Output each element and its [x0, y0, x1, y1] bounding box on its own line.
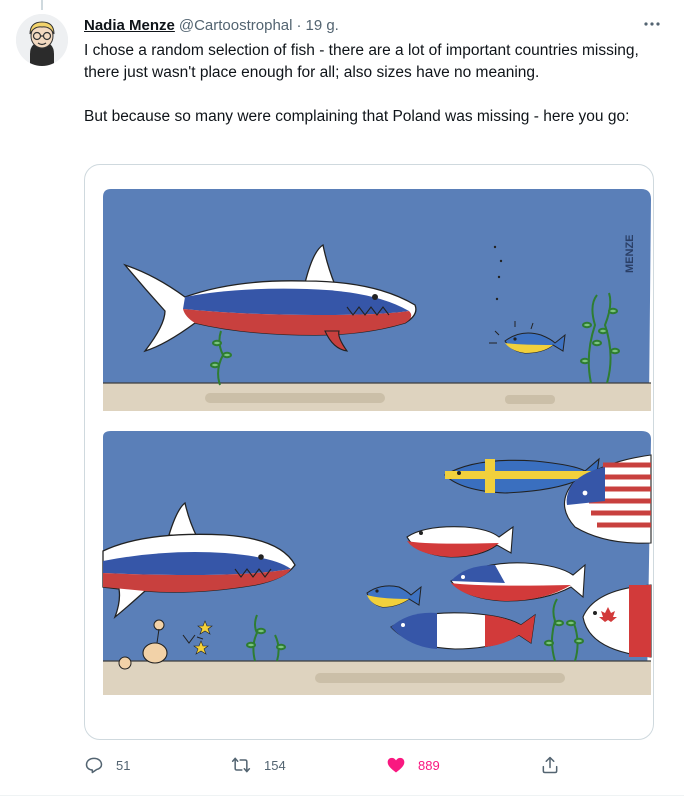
reply-icon: [85, 757, 103, 774]
author-handle[interactable]: @Cartoostrophal: [179, 17, 293, 34]
share-icon: [542, 756, 558, 774]
tweet-header: Nadia Menze @Cartoostrophal · 19 g.: [84, 14, 668, 36]
separator-dot: ·: [296, 16, 302, 34]
retweet-count: 154: [264, 757, 286, 773]
reply-button[interactable]: 51: [84, 752, 130, 778]
tweet-paragraph-1: I chose a random selection of fish - the…: [84, 42, 639, 81]
artist-signature: MENZE: [624, 235, 636, 274]
tweet-media-image[interactable]: MENZE: [84, 164, 654, 740]
tweet-paragraph-2: But because so many were complaining tha…: [84, 108, 630, 125]
author-name[interactable]: Nadia Menze: [84, 17, 175, 34]
retweet-icon: [231, 757, 251, 773]
more-icon: [644, 22, 660, 26]
tweet-timestamp[interactable]: 19 g.: [305, 17, 338, 34]
thread-connector: [41, 0, 43, 10]
tweet-text: I chose a random selection of fish - the…: [84, 40, 664, 128]
like-button[interactable]: 889: [386, 752, 440, 778]
more-options-button[interactable]: [638, 12, 666, 36]
like-icon: [387, 757, 405, 773]
panel-top: MENZE: [103, 189, 651, 411]
avatar-cartoon-image: [16, 14, 68, 66]
like-count: 889: [418, 757, 440, 773]
share-button[interactable]: [540, 752, 560, 778]
reply-count: 51: [116, 757, 131, 773]
cartoon-image: MENZE: [102, 189, 652, 695]
panel-bottom: [102, 431, 652, 695]
retweet-button[interactable]: 154: [230, 752, 286, 778]
avatar[interactable]: [16, 14, 68, 66]
tweet-actions: 51 154 889: [84, 752, 584, 778]
